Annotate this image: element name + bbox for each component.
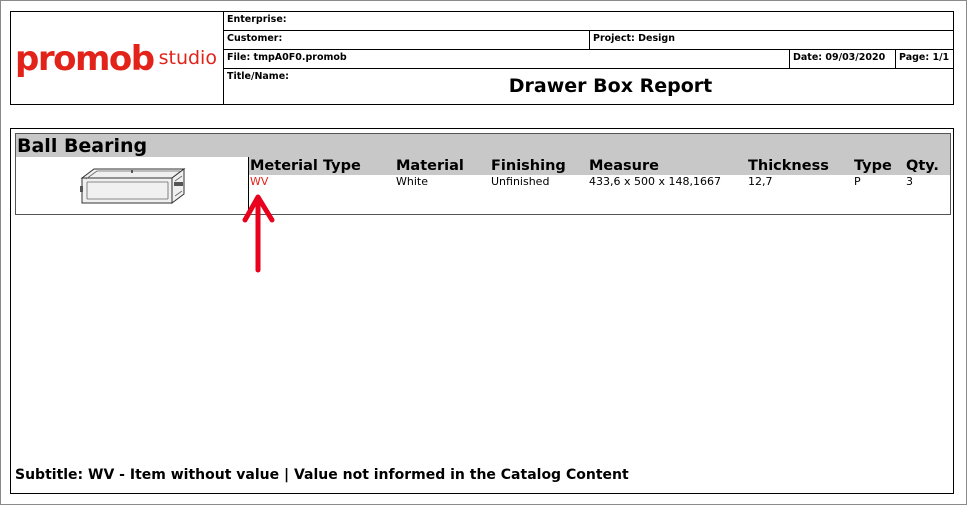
promob-logo: promob studio — [15, 39, 217, 79]
customer-label: Customer: — [227, 33, 283, 44]
cell-material: White — [396, 175, 428, 188]
col-header-material: Material — [395, 157, 490, 175]
col-header-measure: Measure — [588, 157, 747, 175]
cell-measure: 433,6 x 500 x 148,1667 — [589, 175, 721, 188]
drawer-image-cell — [16, 157, 249, 214]
report-content: Ball Bearing Meterial Type Material Fini… — [10, 128, 954, 494]
section-title: Ball Bearing — [16, 133, 950, 157]
up-arrow-icon — [242, 194, 275, 273]
cell-type: P — [854, 175, 861, 188]
col-header-material-type: Meterial Type — [249, 157, 395, 175]
file-label: File: tmpA0F0.promob — [227, 52, 347, 63]
col-header-thickness: Thickness — [747, 157, 853, 175]
project-label: Project: Design — [589, 31, 953, 49]
file-row: File: tmpA0F0.promob Date: 09/03/2020 Pa… — [224, 50, 953, 69]
cell-thickness: 12,7 — [748, 175, 773, 188]
legend-subtitle: Subtitle: WV - Item without value | Valu… — [15, 467, 629, 483]
drawer-box-icon — [80, 168, 186, 204]
col-header-type: Type — [853, 157, 905, 175]
date-label: Date: 09/03/2020 — [789, 50, 895, 68]
page-label: Page: 1/1 — [895, 50, 953, 68]
cell-qty: 3 — [906, 175, 913, 188]
cell-material-type: WV — [250, 175, 269, 188]
logo-cell: promob studio — [11, 12, 224, 104]
logo-main: promob — [15, 39, 155, 79]
report-header: promob studio Enterprise: Customer: Proje… — [10, 11, 954, 105]
col-header-qty: Qty. — [905, 157, 950, 175]
enterprise-row: Enterprise: — [224, 12, 953, 31]
enterprise-label: Enterprise: — [227, 14, 287, 25]
col-header-finishing: Finishing — [490, 157, 588, 175]
report-title: Drawer Box Report — [508, 75, 713, 97]
customer-row: Customer: Project: Design — [224, 31, 953, 50]
ball-bearing-section: Ball Bearing Meterial Type Material Fini… — [15, 133, 951, 215]
logo-sub: studio — [158, 47, 217, 69]
cell-finishing: Unfinished — [491, 175, 550, 188]
